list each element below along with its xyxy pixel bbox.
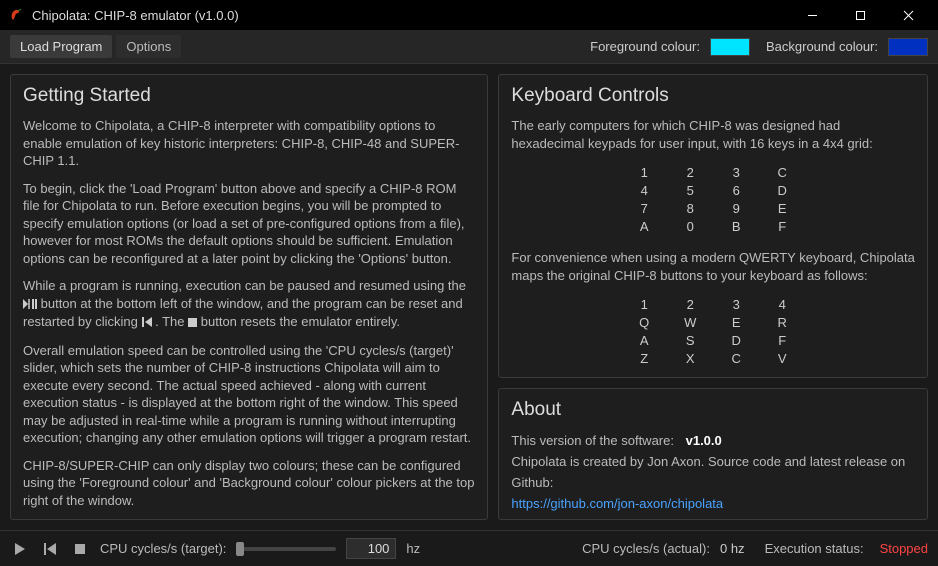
about-title: About	[511, 399, 915, 421]
toolbar: Load Program Options Foreground colour: …	[0, 30, 938, 64]
main-content: Getting Started Welcome to Chipolata, a …	[0, 64, 938, 530]
gs-paragraph-2: To begin, click the 'Load Program' butto…	[23, 180, 475, 268]
foreground-colour-picker[interactable]	[710, 38, 750, 56]
background-colour-label: Background colour:	[766, 39, 878, 54]
execution-status-value: Stopped	[880, 541, 928, 556]
keyboard-controls-panel: Keyboard Controls The early computers fo…	[498, 74, 928, 378]
gs-paragraph-4: Overall emulation speed can be controlle…	[23, 342, 475, 447]
qwerty-keypad-table: 1234 QWER ASDF ZXCV	[612, 294, 814, 369]
play-button[interactable]	[10, 539, 30, 559]
gs-paragraph-6: If an error occurs during execution, Chi…	[23, 520, 475, 521]
about-version-value: v1.0.0	[686, 433, 722, 448]
minimize-button[interactable]	[790, 0, 834, 30]
play-pause-icon	[23, 296, 37, 314]
close-button[interactable]	[886, 0, 930, 30]
about-version-row: This version of the software: v1.0.0	[511, 431, 915, 452]
keyboard-intro: The early computers for which CHIP-8 was…	[511, 117, 915, 152]
keyboard-controls-title: Keyboard Controls	[511, 85, 915, 107]
cpu-cycles-input[interactable]	[346, 538, 396, 559]
maximize-button[interactable]	[838, 0, 882, 30]
options-button[interactable]: Options	[116, 35, 181, 58]
load-program-button[interactable]: Load Program	[10, 35, 112, 58]
app-logo-icon	[8, 7, 24, 23]
restart-button[interactable]	[40, 539, 60, 559]
gs-paragraph-1: Welcome to Chipolata, a CHIP-8 interpret…	[23, 117, 475, 170]
stop-button[interactable]	[70, 539, 90, 559]
foreground-colour-label: Foreground colour:	[590, 39, 700, 54]
title-bar: Chipolata: CHIP-8 emulator (v1.0.0)	[0, 0, 938, 30]
chip8-keypad-table: 123C 456D 789E A0BF	[612, 162, 814, 237]
gs-paragraph-3: While a program is running, execution ca…	[23, 277, 475, 331]
about-panel: About This version of the software: v1.0…	[498, 388, 928, 520]
execution-status-label: Execution status:	[765, 541, 864, 556]
gs-paragraph-5: CHIP-8/SUPER-CHIP can only display two c…	[23, 457, 475, 510]
hz-label: hz	[406, 541, 420, 556]
status-bar: CPU cycles/s (target): hz CPU cycles/s (…	[0, 530, 938, 566]
about-github-link[interactable]: https://github.com/jon-axon/chipolata	[511, 496, 723, 511]
stop-icon	[188, 314, 197, 332]
getting-started-title: Getting Started	[23, 85, 475, 107]
getting-started-panel: Getting Started Welcome to Chipolata, a …	[10, 74, 488, 520]
background-colour-picker[interactable]	[888, 38, 928, 56]
cpu-cycles-actual-value: 0 hz	[720, 541, 745, 556]
keyboard-mapping-text: For convenience when using a modern QWER…	[511, 249, 915, 284]
window-controls	[790, 0, 930, 30]
about-author: Chipolata is created by Jon Axon. Source…	[511, 452, 915, 494]
cpu-cycles-actual-label: CPU cycles/s (actual):	[582, 541, 710, 556]
cpu-cycles-slider[interactable]	[236, 547, 336, 551]
cpu-cycles-target-label: CPU cycles/s (target):	[100, 541, 226, 556]
window-title: Chipolata: CHIP-8 emulator (v1.0.0)	[32, 8, 790, 23]
restart-icon	[142, 314, 152, 332]
